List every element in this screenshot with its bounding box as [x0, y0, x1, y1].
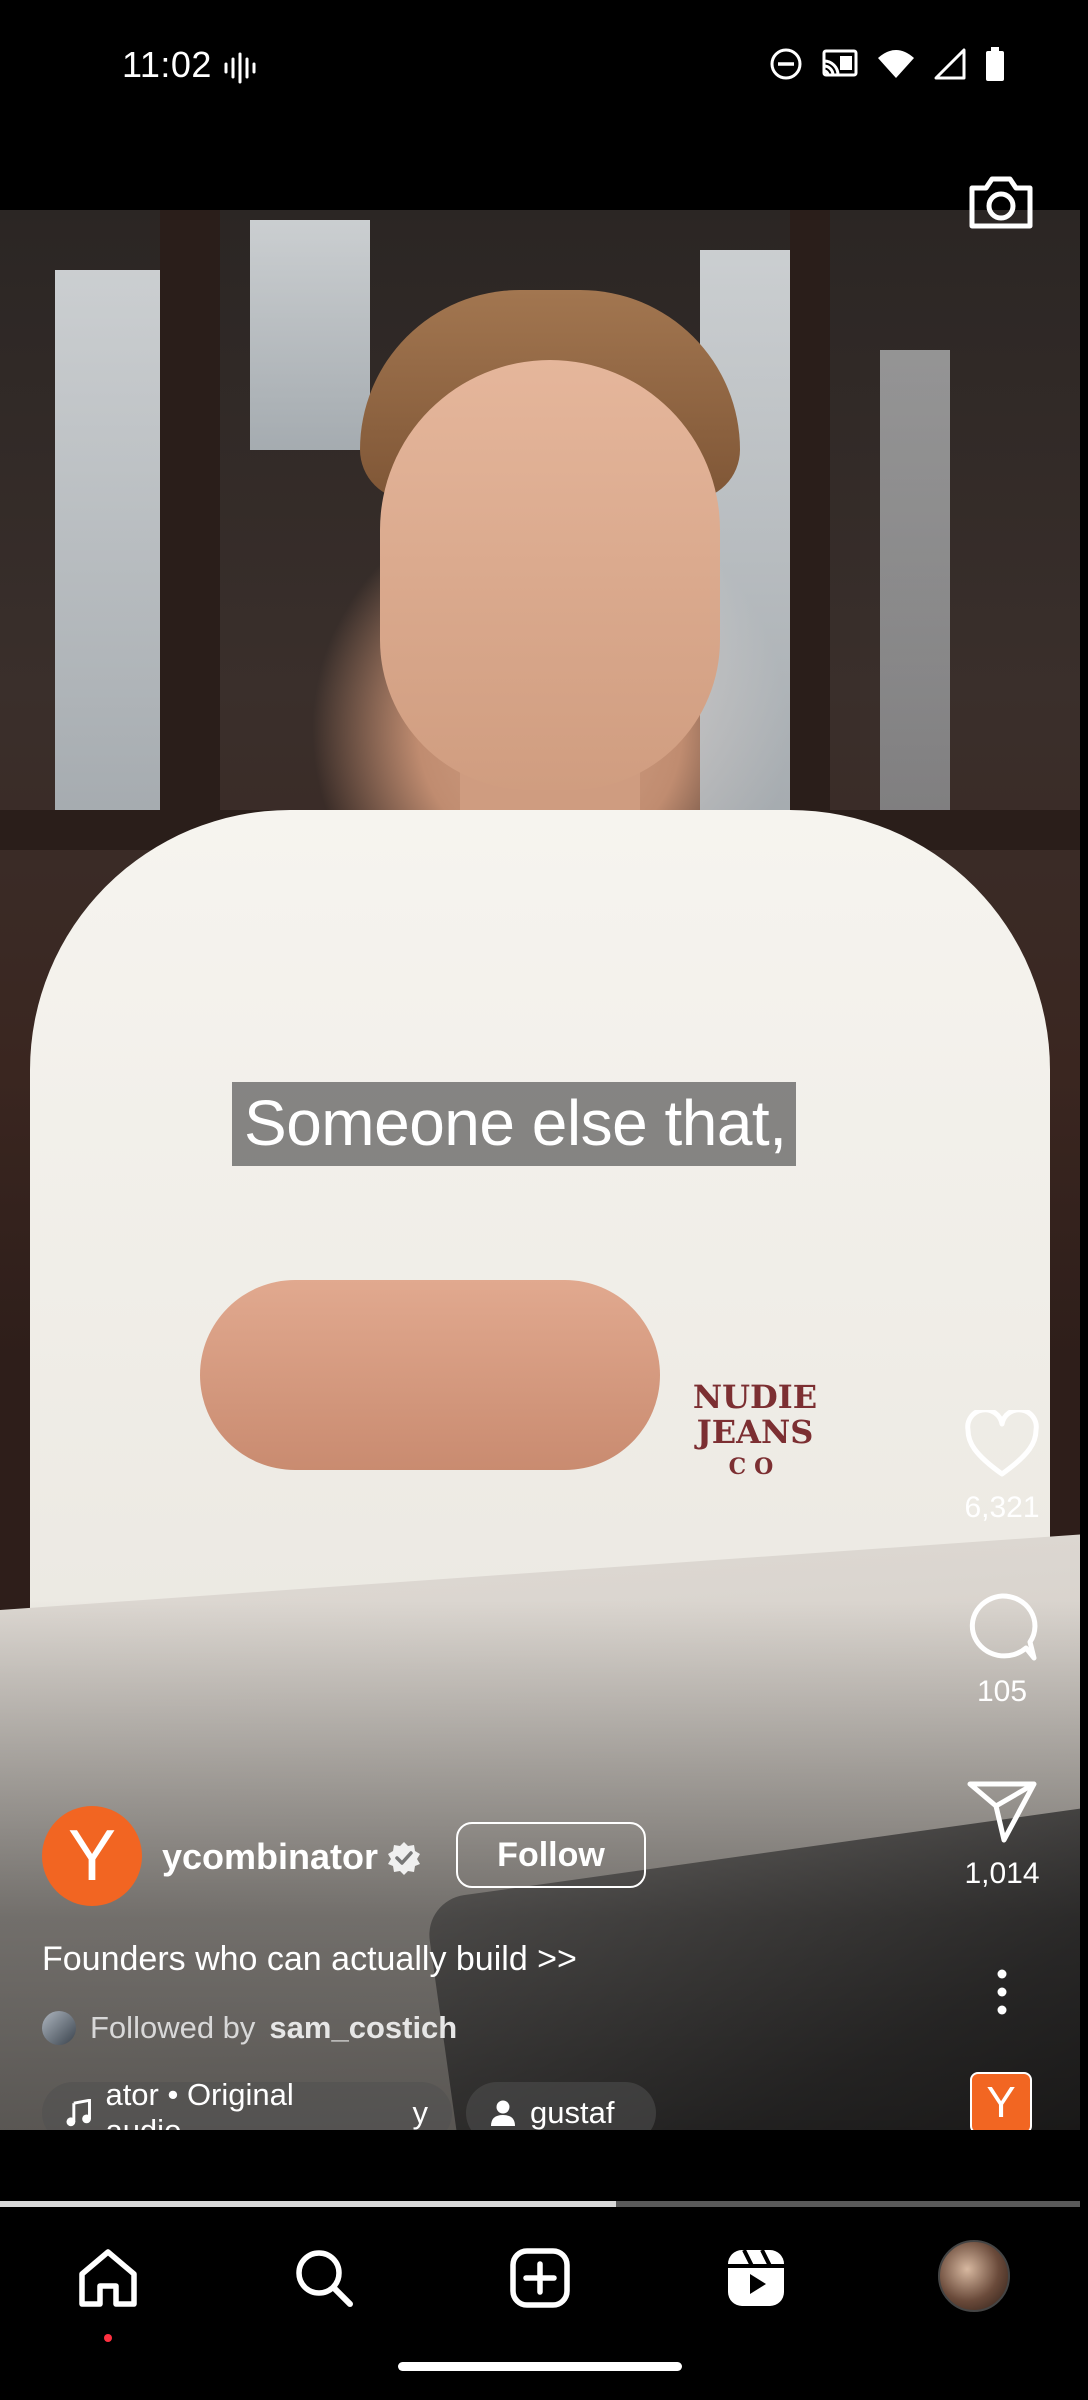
shirt-logo: NUDIE JEANS CO	[690, 1380, 820, 1485]
author-avatar[interactable]: Y	[42, 1806, 142, 1906]
person-face	[380, 360, 720, 790]
followed-by-prefix: Followed by	[90, 2010, 256, 2045]
reel-description[interactable]: Founders who can actually build >>	[42, 1940, 577, 1979]
follower-avatar	[42, 2011, 76, 2045]
share-count: 1,014	[964, 1857, 1040, 1890]
search-icon	[296, 2250, 353, 2307]
nav-create[interactable]	[500, 2238, 580, 2318]
vibrate-icon	[222, 50, 258, 91]
like-button[interactable]: 6,321	[932, 1407, 1072, 1525]
tagged-person-name: gustaf	[530, 2095, 615, 2130]
comment-button[interactable]: 105	[932, 1590, 1072, 1709]
create-post-icon	[510, 2248, 570, 2308]
nav-profile-avatar[interactable]	[938, 2240, 1010, 2312]
wifi-icon	[876, 46, 916, 87]
video-caption: Someone else that,	[232, 1082, 797, 1166]
music-note-icon	[66, 2099, 91, 2127]
audio-chip-trail: y	[412, 2095, 429, 2130]
home-icon	[79, 2249, 137, 2307]
person-icon	[491, 2100, 515, 2126]
more-options-icon[interactable]	[990, 1968, 1014, 2021]
heart-icon	[965, 1407, 1039, 1477]
verified-badge-icon	[386, 1840, 422, 1881]
author-username[interactable]: ycombinator	[162, 1836, 378, 1878]
shirt-logo-line-3: CO	[728, 1454, 782, 1480]
home-notification-dot	[104, 2334, 112, 2342]
nav-search[interactable]	[284, 2238, 364, 2318]
share-button[interactable]: 1,014	[932, 1776, 1072, 1891]
gesture-navigation-bar[interactable]	[398, 2362, 682, 2371]
comment-count: 105	[976, 1675, 1028, 1708]
status-icons	[768, 46, 1006, 87]
camera-icon[interactable]	[966, 170, 1036, 239]
like-count: 6,321	[964, 1491, 1040, 1524]
status-time: 11:02	[122, 44, 212, 85]
followed-by-user: sam_costich	[269, 2010, 458, 2045]
send-icon	[967, 1781, 1037, 1843]
nav-reels[interactable]	[716, 2238, 796, 2318]
nav-home[interactable]	[68, 2238, 148, 2318]
person-hands	[200, 1280, 660, 1470]
shirt-logo-line-1: NUDIE	[692, 1378, 818, 1416]
battery-icon	[984, 46, 1006, 87]
cast-icon	[820, 46, 860, 87]
signal-icon	[932, 46, 968, 87]
video-bottom-bar	[0, 2130, 1088, 2200]
follow-button[interactable]: Follow	[456, 1822, 646, 1888]
audio-thumbnail[interactable]: Y	[970, 2072, 1032, 2134]
comment-icon	[969, 1593, 1038, 1661]
dnd-icon	[768, 46, 804, 87]
reels-icon	[728, 2249, 784, 2306]
followed-by-row[interactable]: Followed by sam_costich	[42, 2010, 457, 2046]
shirt-logo-line-2: JEANS	[696, 1413, 814, 1451]
